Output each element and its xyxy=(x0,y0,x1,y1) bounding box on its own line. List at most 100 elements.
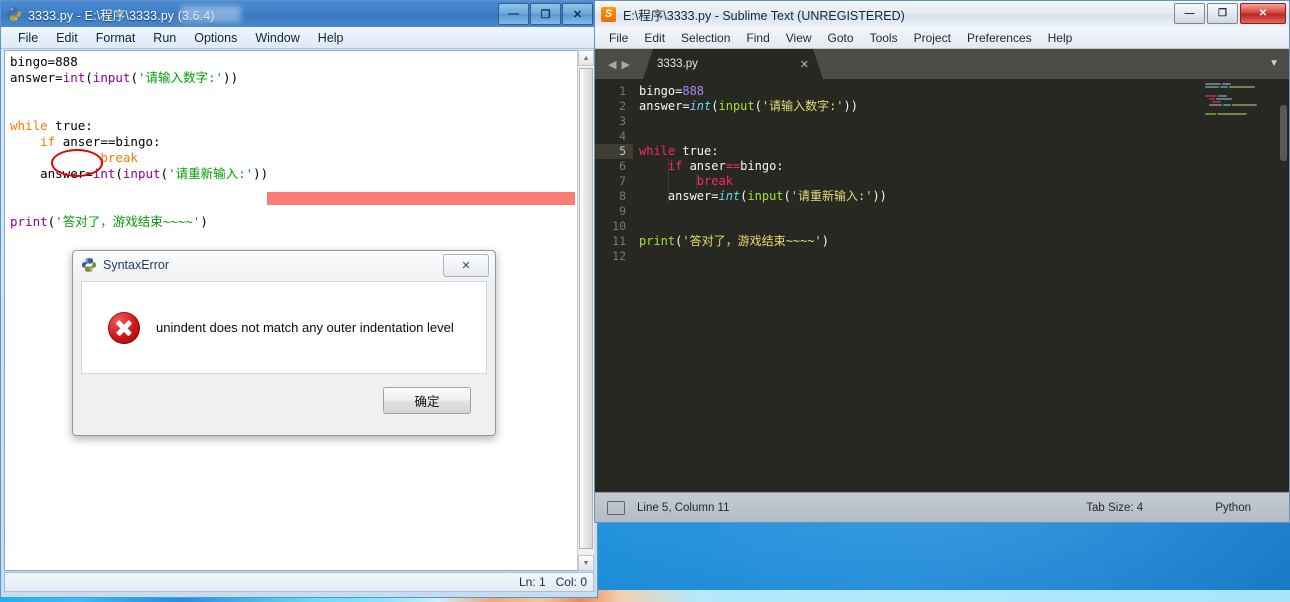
dialog-titlebar[interactable]: SyntaxError ✕ xyxy=(73,251,495,279)
python-logo-icon xyxy=(6,6,22,22)
minimap-line xyxy=(1218,95,1227,97)
sub-code-line-7: break xyxy=(696,174,733,188)
error-cross-icon xyxy=(108,311,140,344)
minimap-line xyxy=(1216,98,1232,100)
code-minimap[interactable] xyxy=(1205,83,1277,153)
console-toggle-icon[interactable] xyxy=(607,500,625,515)
idle-code-line-2: answer=int(input('请输入数字:')) xyxy=(10,70,239,85)
minimap-line xyxy=(1212,101,1221,103)
sublime-menu-view[interactable]: View xyxy=(778,29,820,47)
sublime-window-controls[interactable]: — ❐ ✕ xyxy=(1174,3,1286,24)
sublime-menu-file[interactable]: File xyxy=(601,29,636,47)
line-number: 6 xyxy=(619,159,626,173)
sublime-menu-help[interactable]: Help xyxy=(1040,29,1081,47)
idle-menu-help[interactable]: Help xyxy=(309,29,353,47)
sublime-tabbar[interactable]: ◀ ▶ 3333.py ✕ ▼ xyxy=(595,49,1289,79)
syntax-indicator[interactable]: Python xyxy=(1215,502,1251,514)
minimap-line xyxy=(1209,104,1222,106)
sublime-menu-selection[interactable]: Selection xyxy=(673,29,738,47)
sublime-menu-tools[interactable]: Tools xyxy=(862,29,906,47)
idle-maximize-button[interactable]: ❐ xyxy=(530,3,561,25)
minimap-line xyxy=(1229,86,1255,88)
dialog-message: unindent does not match any outer indent… xyxy=(156,320,454,335)
line-number: 3 xyxy=(619,114,626,128)
line-number: 2 xyxy=(619,99,626,113)
sublime-menu-find[interactable]: Find xyxy=(738,29,777,47)
scrollbar-thumb[interactable] xyxy=(579,68,593,549)
sublime-menu-goto[interactable]: Goto xyxy=(820,29,862,47)
dialog-body: unindent does not match any outer indent… xyxy=(81,281,487,374)
sub-code-line-5: while true: xyxy=(639,144,719,158)
dialog-ok-button[interactable]: 确定 xyxy=(383,386,471,414)
sublime-close-button[interactable]: ✕ xyxy=(1240,3,1286,24)
minimap-line xyxy=(1205,95,1217,97)
line-number: 4 xyxy=(619,129,626,143)
sublime-maximize-button[interactable]: ❐ xyxy=(1207,3,1238,24)
dialog-footer: 确定 xyxy=(81,374,487,426)
idle-menubar[interactable]: File Edit Format Run Options Window Help xyxy=(1,27,597,49)
idle-statusbar: Ln: 1 Col: 0 xyxy=(4,572,594,592)
sublime-editor-area[interactable]: 1 2 3 4 5 6 7 8 9 10 11 12 bingo=888 ans… xyxy=(595,79,1289,491)
sublime-menu-preferences[interactable]: Preferences xyxy=(959,29,1040,47)
idle-menu-file[interactable]: File xyxy=(9,29,47,47)
idle-column-indicator: Col: 0 xyxy=(555,575,587,589)
sub-code-line-11: print('答对了，游戏结束~~~~') xyxy=(639,234,829,248)
sublime-text-window[interactable]: S E:\程序\3333.py - Sublime Text (UNREGIST… xyxy=(594,0,1290,523)
sublime-source-code[interactable]: bingo=888 answer=int(input('请输入数字:')) wh… xyxy=(639,84,887,249)
idle-line-indicator: Ln: 1 xyxy=(518,575,546,589)
line-number: 9 xyxy=(619,204,626,218)
idle-vertical-scrollbar[interactable]: ▲ ▼ xyxy=(577,50,594,571)
sub-code-line-8: answer=int(input('请重新输入:')) xyxy=(639,189,887,203)
sublime-menubar[interactable]: File Edit Selection Find View Goto Tools… xyxy=(595,27,1289,49)
line-number: 1 xyxy=(619,84,626,98)
syntax-error-highlight xyxy=(267,192,575,205)
idle-titlebar[interactable]: 3333.py - E:\程序\3333.py (3.6.4) — ❐ ✕ xyxy=(1,1,597,27)
idle-code-line-11: print('答对了，游戏结束~~~~') xyxy=(10,214,208,229)
cursor-position-indicator[interactable]: Line 5, Column 11 xyxy=(637,502,729,514)
minimap-line xyxy=(1220,86,1228,88)
dialog-close-button[interactable]: ✕ xyxy=(443,254,489,277)
idle-source-code[interactable]: bingo=888 answer=int(input('请输入数字:')) wh… xyxy=(10,54,268,230)
idle-code-line-5: while true: xyxy=(10,118,93,133)
sublime-scrollbar[interactable] xyxy=(1280,105,1287,161)
tab-prev-arrow-icon[interactable]: ◀ xyxy=(608,58,616,71)
idle-minimize-button[interactable]: — xyxy=(498,3,529,25)
chevron-down-icon[interactable]: ▼ xyxy=(1269,58,1279,69)
sublime-logo-icon: S xyxy=(601,6,616,22)
dialog-title: SyntaxError xyxy=(103,258,169,272)
line-number-gutter: 1 2 3 4 5 6 7 8 9 10 11 12 xyxy=(595,79,633,491)
minimap-line xyxy=(1205,113,1216,115)
idle-menu-options[interactable]: Options xyxy=(185,29,246,47)
scroll-down-arrow-icon[interactable]: ▼ xyxy=(578,555,594,571)
sublime-minimize-button[interactable]: — xyxy=(1174,3,1205,24)
minimap-line xyxy=(1222,83,1231,85)
tab-label: 3333.py xyxy=(657,58,698,70)
minimap-line xyxy=(1232,104,1257,106)
idle-menu-edit[interactable]: Edit xyxy=(47,29,87,47)
idle-window-controls[interactable]: — ❐ ✕ xyxy=(498,3,593,25)
idle-code-line-1: bingo=888 xyxy=(10,54,78,69)
tab-3333py[interactable]: 3333.py ✕ xyxy=(643,49,823,79)
minimap-line xyxy=(1223,104,1231,106)
tab-next-arrow-icon[interactable]: ▶ xyxy=(622,58,630,71)
sublime-menu-project[interactable]: Project xyxy=(906,29,959,47)
sub-code-line-6: if anser==bingo: xyxy=(667,159,784,173)
sublime-statusbar: Line 5, Column 11 Tab Size: 4 Python xyxy=(595,492,1289,522)
sublime-menu-edit[interactable]: Edit xyxy=(636,29,673,47)
tab-navigation[interactable]: ◀ ▶ xyxy=(595,49,643,79)
idle-menu-run[interactable]: Run xyxy=(144,29,185,47)
line-number: 7 xyxy=(619,174,626,188)
sublime-titlebar[interactable]: S E:\程序\3333.py - Sublime Text (UNREGIST… xyxy=(595,1,1289,27)
minimap-line xyxy=(1205,86,1219,88)
idle-menu-window[interactable]: Window xyxy=(246,29,308,47)
idle-menu-format[interactable]: Format xyxy=(87,29,145,47)
minimap-line xyxy=(1217,113,1247,115)
minimap-line xyxy=(1205,83,1221,85)
syntax-error-dialog[interactable]: SyntaxError ✕ unindent does not match an… xyxy=(72,250,496,436)
idle-close-button[interactable]: ✕ xyxy=(562,3,593,25)
scroll-up-arrow-icon[interactable]: ▲ xyxy=(578,50,594,66)
line-number-active: 5 xyxy=(595,144,633,159)
tab-close-icon[interactable]: ✕ xyxy=(800,58,809,71)
tab-size-indicator[interactable]: Tab Size: 4 xyxy=(1086,502,1143,514)
idle-code-line-8: answer=int(input('请重新输入:')) xyxy=(10,166,269,181)
